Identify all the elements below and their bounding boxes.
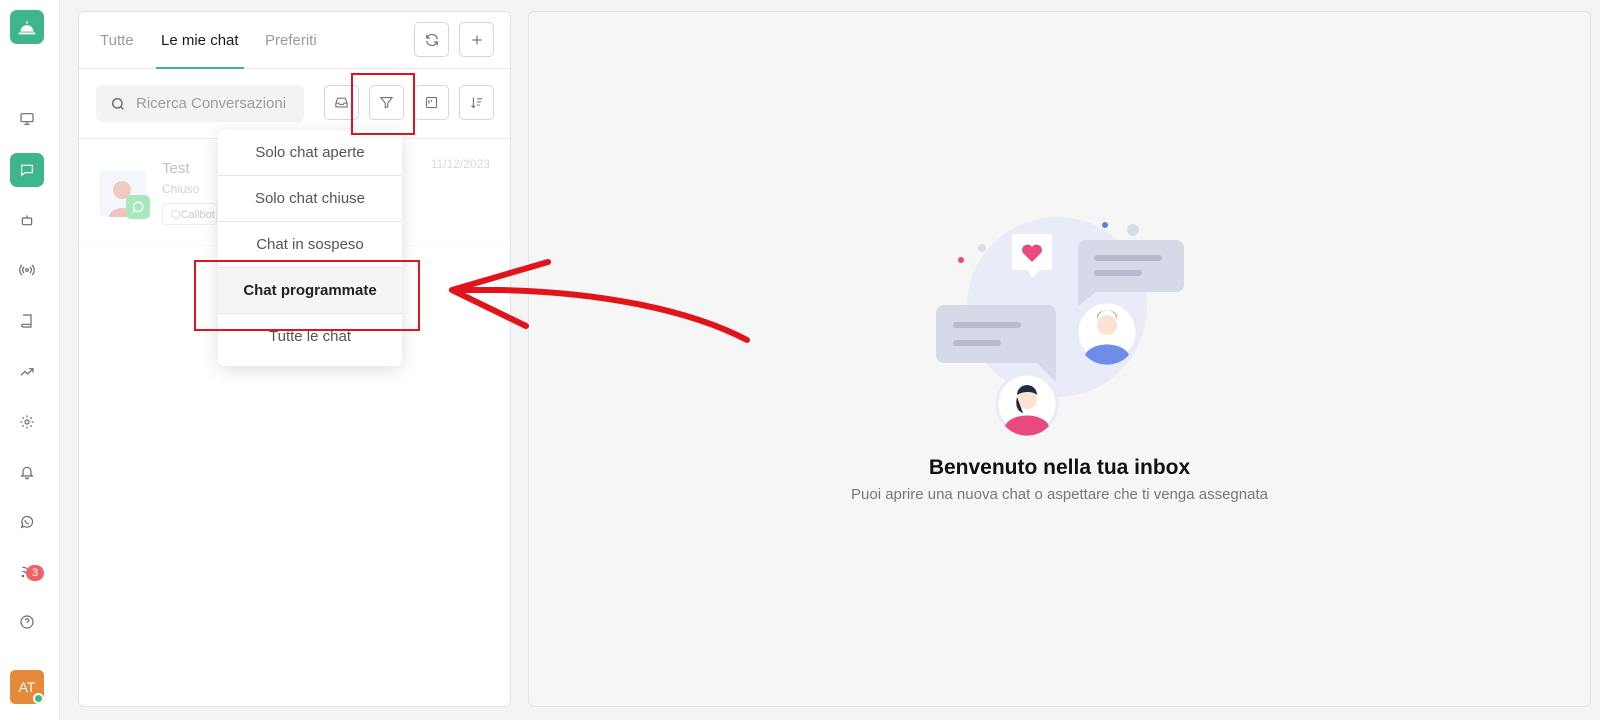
filter-option-open[interactable]: Solo chat aperte <box>218 130 402 176</box>
help-circle-icon <box>20 615 34 629</box>
filter-icon <box>379 96 394 109</box>
sidebar-item-whatsapp[interactable] <box>10 505 44 539</box>
chat-view-panel: Benvenuto nella tua inbox Puoi aprire un… <box>528 11 1591 707</box>
monitor-icon <box>20 113 34 125</box>
tab-le-mie-chat[interactable]: Le mie chat <box>161 32 239 49</box>
new-chat-button[interactable] <box>459 22 494 57</box>
search-input[interactable] <box>136 95 296 112</box>
filter-option-closed[interactable]: Solo chat chiuse <box>218 176 402 222</box>
robot-icon <box>21 215 33 226</box>
sidebar-item-settings[interactable] <box>10 405 44 439</box>
kanban-button[interactable] <box>414 85 449 120</box>
sidebar-item-bot[interactable] <box>10 203 44 237</box>
gear-icon <box>20 415 34 429</box>
conversation-tag-label: Callbot <box>180 209 215 221</box>
sidebar-item-help[interactable] <box>10 605 44 639</box>
sidebar-item-knowledge[interactable] <box>10 304 44 338</box>
refresh-icon <box>425 33 438 46</box>
sidebar-item-analytics[interactable] <box>10 355 44 389</box>
conversation-name: Test <box>162 160 190 177</box>
conversation-date: 11/12/2023 <box>430 157 490 171</box>
sort-icon <box>471 97 483 109</box>
inbox-icon <box>335 97 348 108</box>
conversation-status: Chiuso <box>162 182 200 196</box>
bell-icon <box>20 466 34 480</box>
filter-dropdown-menu: Solo chat aperte Solo chat chiuse Chat i… <box>218 130 402 366</box>
book-icon <box>21 314 32 328</box>
tab-tutte[interactable]: Tutte <box>100 32 134 49</box>
broadcast-icon <box>19 264 35 276</box>
welcome-title: Benvenuto nella tua inbox <box>928 456 1191 479</box>
search-icon <box>112 97 124 110</box>
filter-option-all[interactable]: Tutte le chat <box>218 314 402 360</box>
welcome-subtitle: Puoi aprire una nuova chat o aspettare c… <box>851 486 1268 503</box>
trending-up-icon <box>20 368 34 376</box>
filter-option-pending[interactable]: Chat in sospeso <box>218 222 402 268</box>
filter-option-scheduled[interactable]: Chat programmate <box>218 268 402 314</box>
inbox-button[interactable] <box>324 85 359 120</box>
sidebar-item-notifications[interactable] <box>10 455 44 489</box>
refresh-button[interactable] <box>414 22 449 57</box>
conversation-tag: ⬡Callbot <box>162 203 217 225</box>
inbox-welcome-illustration <box>936 217 1184 436</box>
search-box[interactable] <box>96 85 304 122</box>
online-status-dot <box>33 693 44 704</box>
whatsapp-channel-icon <box>126 195 150 219</box>
sidebar: 3 AT <box>0 0 60 720</box>
notification-badge: 3 <box>26 565 44 581</box>
sidebar-item-dashboard[interactable] <box>10 102 44 136</box>
app-logo[interactable] <box>10 10 44 44</box>
kanban-icon <box>425 96 438 109</box>
tab-bar: Tutte Le mie chat Preferiti <box>79 12 510 69</box>
whatsapp-icon <box>20 515 34 529</box>
active-tab-indicator <box>156 67 244 69</box>
cube-icon: ⬡ <box>171 209 181 221</box>
sidebar-item-broadcast[interactable] <box>10 253 44 287</box>
sort-button[interactable] <box>459 85 494 120</box>
plus-icon <box>471 34 482 45</box>
chat-bubble-icon <box>21 164 33 177</box>
sidebar-item-chat[interactable] <box>10 153 44 187</box>
filter-button[interactable] <box>369 85 404 120</box>
tab-preferiti[interactable]: Preferiti <box>265 32 317 49</box>
concierge-bell-icon <box>18 21 36 35</box>
